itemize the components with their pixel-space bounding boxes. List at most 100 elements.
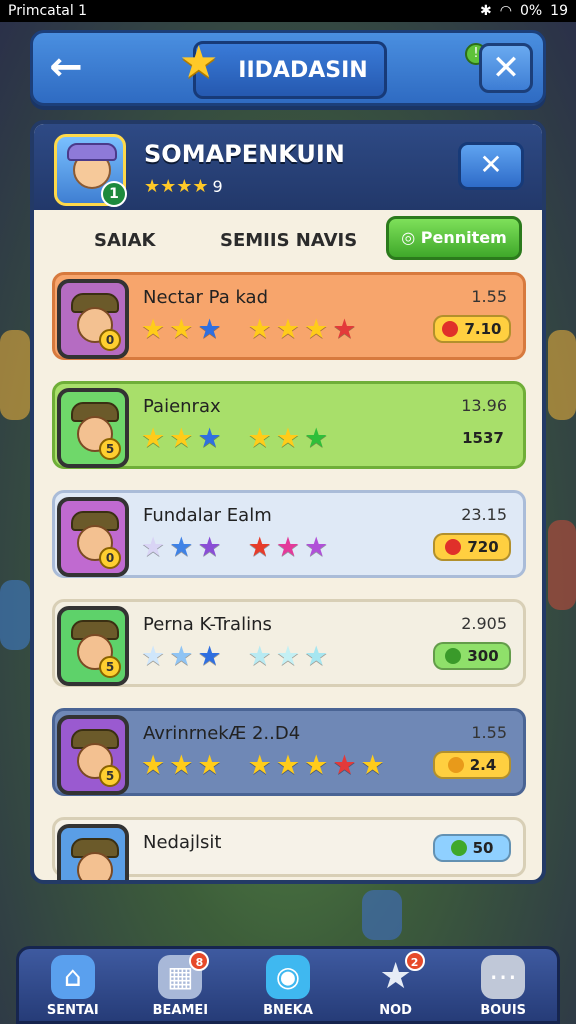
background-decoration: [0, 330, 30, 420]
star-icon: ★: [179, 37, 219, 88]
top-header: ← IIDADASIN ★ ! ✕: [30, 30, 546, 106]
avatar-badge: 0: [99, 547, 121, 569]
list-item[interactable]: 5 AvrinrnekÆ 2..D4 ★ ★ ★ ★ ★ ★ ★ ★ 1.55 2.4: [52, 708, 526, 796]
notification-badge: 8: [189, 951, 210, 971]
star-icon: ★: [141, 423, 166, 454]
star-gap: [226, 424, 244, 454]
nav-item-bouis[interactable]: ⋯ BOUIS: [458, 955, 548, 1018]
coin-icon: [445, 648, 462, 664]
star-icon: ★: [275, 314, 301, 345]
star-icon: ★: [169, 750, 194, 781]
premium-button[interactable]: ◎ Pennitem: [386, 216, 522, 260]
star-icon: ★: [304, 750, 329, 781]
avatar-level-badge: 1: [101, 181, 127, 207]
reward-value: 7.10: [464, 320, 502, 338]
coin-icon: [440, 430, 456, 446]
avatar: 5: [57, 715, 129, 795]
wifi-icon: ◠: [499, 3, 512, 19]
coin-icon: [445, 539, 462, 555]
list-item[interactable]: 0 Fundalar Ealm ★ ★ ★ ★ ★ ★ 23.15 720: [52, 490, 526, 578]
reward-value: 720: [467, 538, 499, 556]
coin-icon: [442, 321, 459, 337]
avatar-face: [77, 852, 113, 880]
star-icon: ★: [275, 423, 301, 454]
close-icon[interactable]: ✕: [479, 43, 533, 93]
avatar: 1: [54, 134, 127, 207]
nav-item-nod[interactable]: ★ 2 NOD: [351, 951, 441, 1018]
star-icon: ★: [169, 423, 194, 454]
avatar: 0: [57, 497, 129, 577]
battery-percent: 0%: [519, 3, 543, 19]
list-item[interactable]: 0 Nectar Pa kad ★ ★ ★ ★ ★ ★ ★ 1.55 7.10: [52, 272, 526, 360]
coin-icon: [450, 840, 467, 856]
panel-header: 1 SOMAPENKUIN ★★★★ 9 ✕: [34, 124, 542, 210]
star-icon: ★: [275, 641, 301, 672]
close-icon[interactable]: ✕: [458, 142, 524, 190]
star-rating: ★ ★ ★ ★ ★ ★: [141, 424, 328, 454]
status-time: 19: [550, 3, 568, 19]
star-gap: [226, 315, 244, 345]
status-left-text: Primcatal 1: [8, 3, 88, 19]
nav-item-sentai[interactable]: ⌂ SENTAI: [28, 955, 118, 1018]
nav-item-beamei[interactable]: ▦ 8 BEAMEI: [135, 951, 225, 1018]
star-icon: ★: [247, 423, 272, 454]
bluetooth-icon: ✱: [480, 3, 492, 19]
tab-semiis-navis[interactable]: SEMIIS NAVIS: [220, 230, 357, 251]
reward-value: 2.4: [469, 756, 497, 774]
avatar: [57, 824, 129, 880]
avatar: 0: [57, 279, 129, 359]
reward-pill[interactable]: 2.4: [433, 751, 511, 779]
star-icon: ★: [197, 532, 222, 563]
leaderboard-panel: 1 SOMAPENKUIN ★★★★ 9 ✕ SAIAK SEMIIS NAVI…: [30, 120, 546, 884]
nav-item-bneka[interactable]: ◉ BNEKA: [243, 955, 333, 1018]
player-score: 13.96: [461, 396, 507, 415]
reward-pill[interactable]: 50: [433, 834, 511, 862]
player-name: Perna K-Tralins: [143, 614, 272, 635]
star-icon: ★: [360, 750, 385, 781]
list-item[interactable]: 5 Perna K-Tralins ★ ★ ★ ★ ★ ★ 2.905 300: [52, 599, 526, 687]
background-decoration: [0, 580, 30, 650]
reward-value: 50: [472, 839, 494, 857]
star-icon: ★: [275, 532, 301, 563]
player-name: AvrinrnekÆ 2..D4: [143, 723, 301, 744]
coin-icon: [447, 757, 464, 773]
arrow-left-icon[interactable]: ←: [43, 45, 89, 91]
star-icon: ★: [275, 750, 301, 781]
reward-pill[interactable]: 720: [433, 533, 511, 561]
reward-pill[interactable]: 300: [433, 642, 511, 670]
star-icon: ★: [304, 423, 329, 454]
nav-label: SENTAI: [46, 1003, 99, 1018]
avatar-badge: 5: [99, 656, 121, 678]
player-score: 2.905: [461, 614, 507, 633]
tab-saiak[interactable]: SAIAK: [94, 230, 155, 251]
premium-label: Pennitem: [420, 228, 507, 247]
star-gap: [226, 533, 244, 563]
player-score: 1.55: [471, 287, 507, 306]
star-rating: ★ ★ ★ ★ ★ ★: [141, 533, 328, 563]
panel-rating: ★★★★ 9: [144, 176, 223, 197]
menu-dots-icon: ⋯: [481, 955, 526, 999]
gem-icon: ◉: [265, 955, 310, 999]
star-icon: ★: [247, 314, 272, 345]
star-icon: ★: [141, 750, 166, 781]
reward-value: 1537: [462, 429, 504, 447]
star-icon: ★: [304, 641, 329, 672]
star-rating: ★ ★ ★ ★ ★ ★: [141, 642, 328, 672]
nav-label: BNEKA: [263, 1003, 313, 1018]
background-decoration: [548, 330, 576, 420]
list-item[interactable]: 5 Paienrax ★ ★ ★ ★ ★ ★ 13.96 1537: [52, 381, 526, 469]
reward-pill[interactable]: 7.10: [433, 315, 511, 343]
avatar-badge: 5: [99, 765, 121, 787]
background-decoration: [548, 520, 576, 610]
player-name: Nectar Pa kad: [143, 287, 269, 308]
star-icon: ★: [141, 641, 166, 672]
list-item[interactable]: Nedajlsit 50: [52, 817, 526, 880]
reward-pill[interactable]: 1537: [433, 424, 511, 452]
star-icon: ★: [197, 641, 222, 672]
nav-label: BOUIS: [480, 1003, 527, 1018]
star-icon: ★: [197, 423, 222, 454]
star-rating: ★ ★ ★ ★ ★ ★ ★: [141, 315, 357, 345]
bottom-nav: ⌂ SENTAI ▦ 8 BEAMEI ◉ BNEKA ★ 2 NOD ⋯ BOUIS: [16, 946, 560, 1024]
star-icon: ★: [247, 750, 272, 781]
background-decoration: [362, 890, 402, 940]
